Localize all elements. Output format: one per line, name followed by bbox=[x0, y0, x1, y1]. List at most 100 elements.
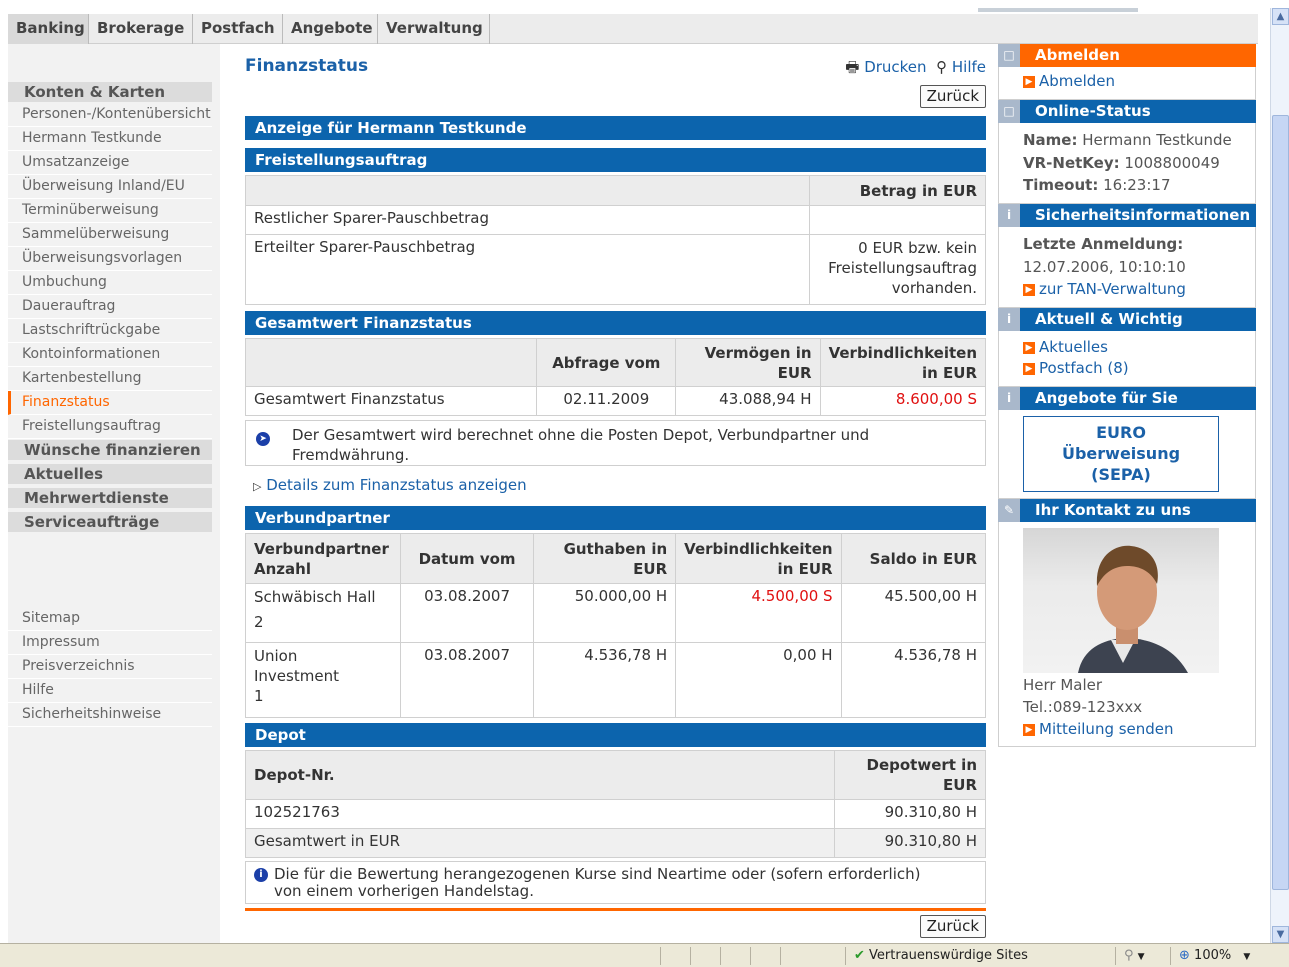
abmelden-link[interactable]: Abmelden bbox=[1039, 72, 1115, 90]
sidebar-item-ueberweisung[interactable]: Überweisung Inland/EU bbox=[8, 175, 212, 199]
sidebar-item-personen[interactable]: Personen-/Kontenübersicht bbox=[8, 103, 212, 127]
abmelden-title-label: Abmelden bbox=[1035, 46, 1120, 64]
abmelden-link-row[interactable]: ▶ Abmelden bbox=[1023, 72, 1115, 90]
vertical-scrollbar[interactable]: ▲ ▼ bbox=[1270, 8, 1289, 943]
sidebar-item-umsatzanzeige[interactable]: Umsatzanzeige bbox=[8, 151, 212, 175]
sidebar-item-dauerauftrag[interactable]: Dauerauftrag bbox=[8, 295, 212, 319]
sidebar-item-finanzstatus[interactable]: Finanzstatus bbox=[8, 391, 212, 415]
tab-angebote[interactable]: Angebote bbox=[283, 14, 378, 44]
table-header-cell: Guthaben in EUR bbox=[533, 533, 677, 584]
aktuelles-link[interactable]: Aktuelles bbox=[1039, 338, 1108, 356]
page-actions: 🖶 Drucken ⚲ Hilfe bbox=[845, 57, 986, 82]
sidebar-item-freistellung[interactable]: Freistellungsauftrag bbox=[8, 415, 212, 439]
scroll-up-icon[interactable]: ▲ bbox=[1272, 8, 1289, 25]
note-line: Die für die Bewertung herangezogenen Kur… bbox=[274, 865, 921, 883]
sidebar-item-hermann[interactable]: Hermann Testkunde bbox=[8, 127, 212, 151]
table-header-cell bbox=[244, 338, 538, 387]
dropdown-icon: ▼ bbox=[1137, 952, 1145, 962]
online-status-label: Online-Status bbox=[1035, 102, 1151, 120]
info-arrow-icon: ➤ bbox=[256, 432, 270, 446]
tan-link-row[interactable]: ▶ zur TAN-Verwaltung bbox=[1023, 280, 1186, 298]
verbundpartner-title: Verbundpartner bbox=[245, 506, 986, 530]
zoom-control[interactable]: ⊕ 100% ▼ bbox=[1170, 947, 1270, 965]
sidebar-item-kartenbestellung[interactable]: Kartenbestellung bbox=[8, 367, 212, 391]
sidebar-item-kontoinfo[interactable]: Kontoinformationen bbox=[8, 343, 212, 367]
aktuelles-link-row[interactable]: ▶ Aktuelles bbox=[1023, 338, 1108, 356]
table-header-cell: Depot-Nr. bbox=[244, 750, 836, 800]
table-cell bbox=[809, 205, 986, 235]
sidebar-item-sammelueberweisung[interactable]: Sammelüberweisung bbox=[8, 223, 212, 247]
sidebar-item-umbuchung[interactable]: Umbuchung bbox=[8, 271, 212, 295]
sidebar-section-service[interactable]: Serviceaufträge bbox=[8, 512, 212, 532]
table-row: Erteilter Sparer-Pauschbetrag 0 EUR bzw.… bbox=[244, 234, 986, 305]
mitteilung-link[interactable]: Mitteilung senden bbox=[1039, 720, 1174, 738]
security-zone[interactable]: ✔ Vertrauenswürdige Sites bbox=[845, 947, 1115, 965]
tab-banking[interactable]: Banking bbox=[8, 14, 89, 44]
sidebar-section-aktuelles[interactable]: Aktuelles bbox=[8, 464, 212, 484]
help-link[interactable]: Hilfe bbox=[952, 58, 986, 76]
online-status-box: Name: Hermann Testkunde VR-NetKey: 10088… bbox=[998, 123, 1256, 204]
tab-brokerage[interactable]: Brokerage bbox=[89, 14, 193, 44]
dropdown-icon: ▼ bbox=[1243, 952, 1251, 962]
cell-line: EUR bbox=[777, 363, 812, 382]
sidebar-section-finanzieren[interactable]: Wünsche finanzieren bbox=[8, 440, 212, 460]
help-icon[interactable]: ⚲ bbox=[936, 58, 947, 76]
back-button-bottom[interactable]: Zurück bbox=[919, 915, 986, 938]
table-header-cell bbox=[244, 175, 811, 206]
sidebar-footer-sicherheit[interactable]: Sicherheitshinweise bbox=[8, 703, 212, 727]
status-divider bbox=[690, 947, 691, 965]
abmelden-box: ▶ Abmelden bbox=[998, 67, 1256, 100]
page-title: Finanzstatus bbox=[245, 56, 369, 76]
table-row: Union Investment 1 03.08.2007 4.536,78 H 0… bbox=[245, 642, 987, 718]
scroll-down-icon[interactable]: ▼ bbox=[1272, 926, 1289, 943]
tan-link[interactable]: zur TAN-Verwaltung bbox=[1039, 280, 1186, 298]
cell-line: Freistellungsauftrag bbox=[828, 259, 977, 277]
zone-settings[interactable]: ⚲ ▼ bbox=[1115, 947, 1170, 965]
table-cell: 90.310,80 H bbox=[834, 828, 986, 858]
table-cell: 03.08.2007 bbox=[399, 583, 535, 643]
checkmark-icon: ✔ bbox=[854, 948, 865, 963]
table-cell: 50.000,00 H bbox=[533, 583, 677, 643]
tab-verwaltung[interactable]: Verwaltung bbox=[378, 14, 490, 44]
print-link[interactable]: Drucken bbox=[864, 58, 926, 76]
back-button-top[interactable]: Zurück bbox=[919, 85, 986, 108]
sidebar-item-lastschrift[interactable]: Lastschriftrückgabe bbox=[8, 319, 212, 343]
table-cell: Restlicher Sparer-Pauschbetrag bbox=[244, 205, 811, 235]
sidebar-item-vorlagen[interactable]: Überweisungsvorlagen bbox=[8, 247, 212, 271]
sidebar-section-konten[interactable]: Konten & Karten bbox=[8, 82, 212, 102]
table-header-cell: Abfrage vom bbox=[536, 338, 677, 387]
euro-sepa-banner[interactable]: EURO Überweisung (SEPA) bbox=[1023, 416, 1219, 492]
banner-line: EURO bbox=[1096, 423, 1146, 442]
table-cell: 43.088,94 H bbox=[675, 386, 821, 416]
table-header-cell: Verbundpartner Anzahl bbox=[245, 533, 401, 584]
cell-line: vorhanden. bbox=[891, 279, 977, 297]
postfach-link[interactable]: Postfach (8) bbox=[1039, 359, 1129, 377]
box-icon: □ bbox=[998, 44, 1020, 67]
table-cell: Gesamtwert in EUR bbox=[244, 828, 836, 858]
tab-postfach[interactable]: Postfach bbox=[193, 14, 283, 44]
cell-line: Schwäbisch Hall bbox=[254, 588, 376, 606]
verbundpartner-table: Verbundpartner Anzahl Datum vom Guthaben … bbox=[245, 533, 987, 718]
sidebar-footer-sitemap[interactable]: Sitemap bbox=[8, 607, 212, 631]
sidebar-section-mehrwert[interactable]: Mehrwertdienste bbox=[8, 488, 212, 508]
postfach-link-row[interactable]: ▶ Postfach (8) bbox=[1023, 359, 1129, 377]
table-cell: 4.536,78 H bbox=[840, 642, 987, 718]
sidebar-footer-impressum[interactable]: Impressum bbox=[8, 631, 212, 655]
mitteilung-link-row[interactable]: ▶ Mitteilung senden bbox=[1023, 720, 1174, 738]
top-nav-highlight bbox=[978, 8, 1138, 12]
sidebar-footer-preise[interactable]: Preisverzeichnis bbox=[8, 655, 212, 679]
table-cell: Schwäbisch Hall 2 bbox=[245, 583, 401, 643]
details-link[interactable]: Details zum Finanzstatus anzeigen bbox=[266, 476, 526, 494]
gesamtwert-table: Abfrage vom Vermögen in EUR Verbindlichke… bbox=[244, 338, 987, 416]
gesamtwert-note: ➤ Der Gesamtwert wird berechnet ohne die… bbox=[245, 420, 986, 466]
printer-icon[interactable]: 🖶 bbox=[845, 58, 859, 76]
scroll-thumb[interactable] bbox=[1272, 115, 1289, 890]
arrow-right-icon: ▶ bbox=[1023, 341, 1035, 354]
security-zone-label: Vertrauenswürdige Sites bbox=[869, 948, 1028, 963]
sidebar-footer-hilfe[interactable]: Hilfe bbox=[8, 679, 212, 703]
table-header-cell: Saldo in EUR bbox=[840, 533, 987, 584]
table-header-cell: Verbindlichkeiten in EUR bbox=[675, 533, 842, 584]
details-link-row[interactable]: ▷ Details zum Finanzstatus anzeigen bbox=[253, 476, 527, 494]
sidebar-item-terminueberweisung[interactable]: Terminüberweisung bbox=[8, 199, 212, 223]
timeout-label: Timeout: bbox=[1023, 176, 1099, 194]
